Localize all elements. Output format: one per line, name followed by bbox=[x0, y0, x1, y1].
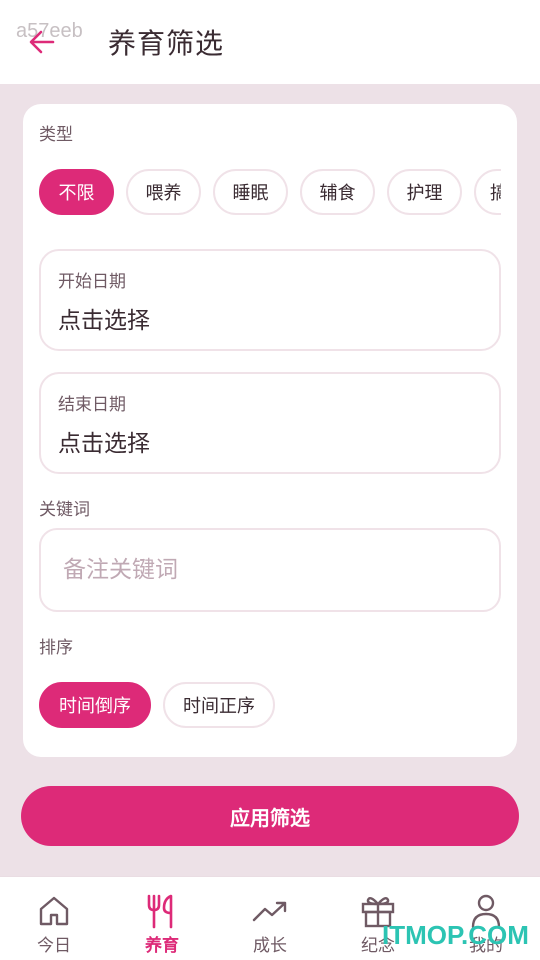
start-date-label: 开始日期 bbox=[58, 272, 126, 292]
chip-all[interactable]: 不限 bbox=[39, 169, 114, 215]
back-button[interactable] bbox=[26, 24, 58, 60]
arrow-left-icon bbox=[29, 30, 55, 54]
nav-parenting[interactable]: 养育 bbox=[108, 877, 216, 960]
chip-solid-food[interactable]: 辅食 bbox=[300, 169, 375, 215]
nav-growth-label: 成长 bbox=[253, 936, 287, 956]
chip-more[interactable]: 搞 bbox=[474, 169, 501, 215]
nav-today[interactable]: 今日 bbox=[0, 877, 108, 960]
nav-growth[interactable]: 成长 bbox=[216, 877, 324, 960]
start-date-value: 点击选择 bbox=[58, 308, 150, 334]
sort-options: 时间倒序 时间正序 bbox=[39, 682, 501, 730]
nav-today-label: 今日 bbox=[37, 936, 71, 956]
fork-knife-icon bbox=[147, 894, 173, 929]
keyword-input[interactable] bbox=[39, 528, 501, 612]
chip-sleep[interactable]: 睡眠 bbox=[213, 169, 288, 215]
page-title: 养育筛选 bbox=[108, 27, 225, 60]
app-header: a57eeb 养育筛选 bbox=[0, 0, 540, 84]
apply-filter-button[interactable]: 应用筛选 bbox=[21, 786, 519, 846]
sort-time-asc[interactable]: 时间正序 bbox=[163, 682, 275, 728]
chip-feeding[interactable]: 喂养 bbox=[126, 169, 201, 215]
type-section-label: 类型 bbox=[39, 125, 73, 145]
chip-care[interactable]: 护理 bbox=[387, 169, 462, 215]
type-chips: 不限 喂养 睡眠 辅食 护理 搞 bbox=[39, 169, 501, 217]
watermark-logo: ITMOP.COM bbox=[382, 920, 529, 950]
trend-up-icon bbox=[252, 901, 287, 922]
start-date-field[interactable]: 开始日期 点击选择 bbox=[39, 249, 501, 351]
keyword-section-label: 关键词 bbox=[39, 500, 90, 520]
sort-time-desc[interactable]: 时间倒序 bbox=[39, 682, 151, 728]
end-date-value: 点击选择 bbox=[58, 431, 150, 457]
nav-parenting-label: 养育 bbox=[145, 936, 179, 956]
end-date-field[interactable]: 结束日期 点击选择 bbox=[39, 372, 501, 474]
home-icon bbox=[39, 896, 69, 926]
sort-section-label: 排序 bbox=[39, 638, 73, 658]
end-date-label: 结束日期 bbox=[58, 395, 126, 415]
